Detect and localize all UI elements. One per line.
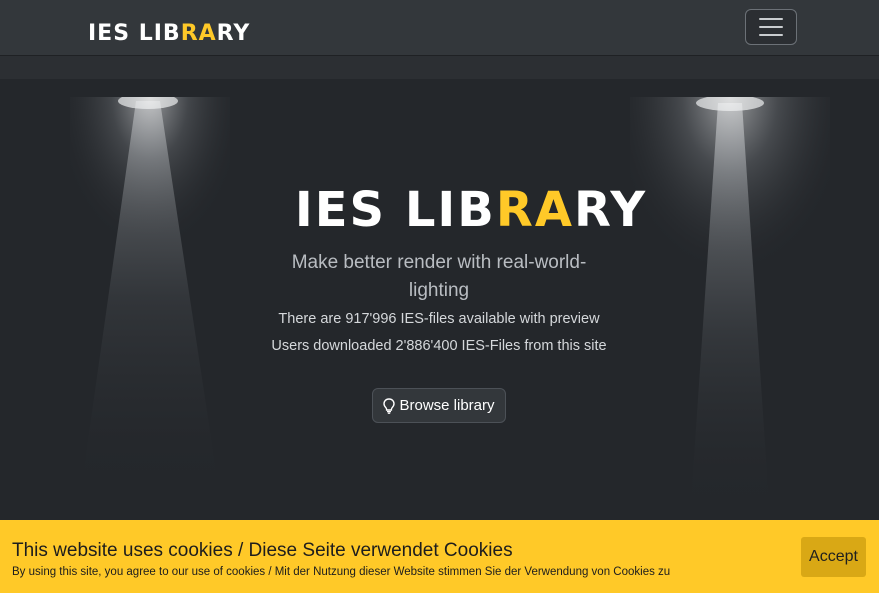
brand-text-prefix: IES LIB (88, 21, 181, 46)
lightbulb-icon (383, 397, 396, 414)
accept-cookies-button[interactable]: Accept (801, 537, 866, 577)
menu-toggle-button[interactable] (745, 9, 797, 45)
brand-text-accent: RA (180, 21, 217, 46)
hero-section: IES LIB RA RY Make better render with real… (0, 79, 879, 520)
browse-library-label: Browse library (399, 397, 495, 414)
navbar-divider-strip (0, 56, 879, 79)
hero-logo-prefix: IES LIB (294, 182, 496, 238)
hero-content: IES LIB RA RY Make better render with real… (0, 79, 879, 520)
hero-tagline: Make better render with real-world-light… (291, 252, 587, 301)
cookie-banner-title: This website uses cookies / Diese Seite … (12, 540, 513, 561)
hero-logo-accent: RA (495, 182, 574, 238)
downloads-count-text: Users downloaded 2'886'400 IES-Files fro… (271, 338, 607, 354)
brand-text-suffix: RY (216, 21, 251, 46)
brand-logo[interactable]: IES LIB RA RY (88, 22, 250, 46)
cookie-banner-text: By using this site, you agree to our use… (12, 566, 671, 578)
hamburger-icon-middle (759, 26, 783, 28)
browse-library-button[interactable]: Browse library (372, 388, 506, 423)
hero-logo: IES LIB RA RY (290, 182, 652, 238)
hamburger-icon-bottom (759, 34, 783, 36)
cookie-banner: This website uses cookies / Diese Seite … (0, 520, 879, 593)
hero-logo-suffix: RY (573, 182, 648, 238)
files-count-text: There are 917'996 IES-files available wi… (278, 311, 600, 327)
top-navbar: IES LIB RA RY (0, 0, 879, 56)
hamburger-icon (759, 18, 783, 20)
